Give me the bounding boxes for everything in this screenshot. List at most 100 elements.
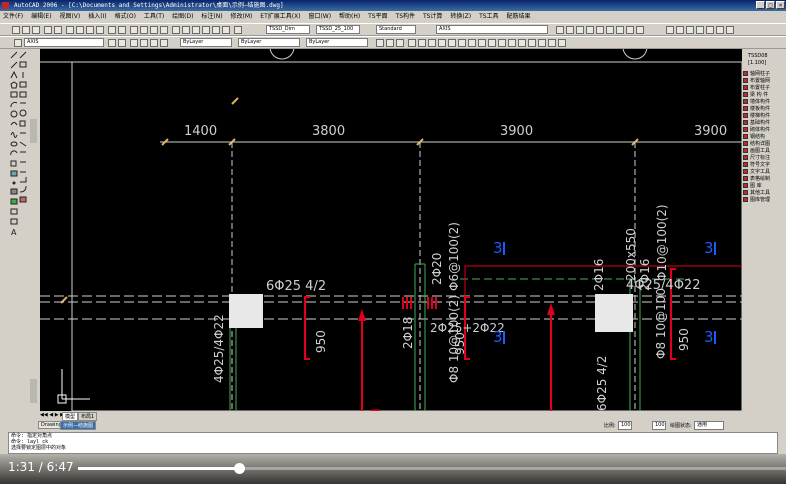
table-icon[interactable] xyxy=(458,39,466,47)
markup-icon[interactable] xyxy=(212,26,220,34)
panel-item[interactable]: 墙体构件 xyxy=(742,98,786,105)
menu-insert[interactable]: 插入(I) xyxy=(88,13,106,20)
layer-unlock-icon[interactable] xyxy=(606,26,614,34)
design-center-icon[interactable] xyxy=(182,26,190,34)
grid-icon[interactable] xyxy=(666,26,674,34)
linetype-combo[interactable]: ByLayer xyxy=(238,38,300,47)
plot-style-icon[interactable] xyxy=(376,39,384,47)
layer-iso-icon[interactable] xyxy=(566,26,574,34)
justify-text-icon[interactable] xyxy=(558,39,566,47)
layer-isolate-icon[interactable] xyxy=(150,39,158,47)
panel-item[interactable]: 其他工具 xyxy=(742,189,786,196)
menu-ts-calc[interactable]: TS计算 xyxy=(423,13,442,20)
menu-ts-plan[interactable]: TS平面 xyxy=(368,13,387,20)
panel-item[interactable]: 布置轴网 xyxy=(742,77,786,84)
xref-icon[interactable] xyxy=(408,39,416,47)
copy-icon[interactable] xyxy=(76,26,84,34)
layer-delete-icon[interactable] xyxy=(636,26,644,34)
panel-item[interactable]: 尺寸标注 xyxy=(742,154,786,161)
menu-ts-member[interactable]: TS构件 xyxy=(396,13,415,20)
layer-previous-icon[interactable] xyxy=(118,39,126,47)
otrack-icon[interactable] xyxy=(716,26,724,34)
layer-freeze-icon[interactable] xyxy=(586,26,594,34)
layer-merge-icon[interactable] xyxy=(626,26,634,34)
menu-dimension[interactable]: 标注(N) xyxy=(201,13,222,20)
dtext-icon[interactable] xyxy=(518,39,526,47)
layer-off-icon[interactable] xyxy=(576,26,584,34)
scale-text-icon[interactable] xyxy=(548,39,556,47)
angle-combo[interactable]: 100 xyxy=(652,421,666,430)
revcloud-icon[interactable] xyxy=(498,39,506,47)
new-file-icon[interactable] xyxy=(12,26,20,34)
tab-model[interactable]: 模型 xyxy=(62,412,79,421)
panel-item[interactable]: 图库管理 xyxy=(742,196,786,203)
osnap-icon[interactable] xyxy=(706,26,714,34)
drawing-canvas[interactable]: 1400 3800 3900 3900 6Φ25 4/2 4Φ25/4Φ22 9… xyxy=(40,49,742,411)
menu-modify[interactable]: 修改(M) xyxy=(231,13,253,20)
snap-icon[interactable] xyxy=(676,26,684,34)
pan-icon[interactable] xyxy=(130,26,138,34)
zoom-previous-icon[interactable] xyxy=(160,26,168,34)
panel-item[interactable]: 轴网柱子 xyxy=(742,70,786,77)
panel-item[interactable]: 符号文字 xyxy=(742,161,786,168)
publish-icon[interactable] xyxy=(396,39,404,47)
panel-item[interactable]: 基础构件 xyxy=(742,119,786,126)
region-icon[interactable] xyxy=(478,39,486,47)
panel-item[interactable]: 楼梯构件 xyxy=(742,112,786,119)
properties-icon[interactable] xyxy=(172,26,180,34)
match-properties-icon[interactable] xyxy=(96,26,104,34)
sheet-set-icon[interactable] xyxy=(202,26,210,34)
polar-icon[interactable] xyxy=(696,26,704,34)
layer-combo-secondary[interactable]: AXIS xyxy=(436,25,548,34)
menu-express[interactable]: ET扩展工具(X) xyxy=(260,13,300,20)
panel-item[interactable]: 文字工具 xyxy=(742,168,786,175)
redo-icon[interactable] xyxy=(118,26,126,34)
help-icon[interactable] xyxy=(234,26,242,34)
save-icon[interactable] xyxy=(32,26,40,34)
dimscale-combo[interactable]: TSSD_25_100 xyxy=(316,25,360,34)
block-icon[interactable] xyxy=(418,39,426,47)
panel-item[interactable]: 砌体构件 xyxy=(742,126,786,133)
attribute-icon[interactable] xyxy=(438,39,446,47)
ortho-icon[interactable] xyxy=(686,26,694,34)
menu-file[interactable]: 文件(F) xyxy=(3,13,23,20)
color-combo[interactable]: ByLayer xyxy=(180,38,232,47)
menu-convert[interactable]: 转换(Z) xyxy=(450,13,471,20)
menu-rebar-result[interactable]: 配筋结果 xyxy=(506,13,530,20)
text-style-combo[interactable]: Standard xyxy=(376,25,416,34)
cut-icon[interactable] xyxy=(66,26,74,34)
panel-item[interactable]: 结构详图 xyxy=(742,140,786,147)
menu-ts-tools[interactable]: TS工具 xyxy=(479,13,498,20)
lineweight-combo[interactable]: ByLayer xyxy=(306,38,368,47)
minimize-button[interactable]: _ xyxy=(756,1,765,9)
plot-icon[interactable] xyxy=(386,39,394,47)
dim-style-combo[interactable]: TSSD_Dim xyxy=(266,25,310,34)
drawing-state-combo[interactable]: 通用 xyxy=(694,421,724,430)
layer-lock-icon[interactable] xyxy=(596,26,604,34)
undo-icon[interactable] xyxy=(108,26,116,34)
close-button[interactable]: × xyxy=(776,1,785,9)
tab-layout1[interactable]: 布局1 xyxy=(78,412,98,421)
insert-block-icon[interactable] xyxy=(428,39,436,47)
scale-combo[interactable]: 100 xyxy=(618,421,632,430)
panel-item[interactable]: 表格绘制 xyxy=(742,175,786,182)
panel-item[interactable]: 楼板构件 xyxy=(742,105,786,112)
open-file-icon[interactable] xyxy=(22,26,30,34)
spell-icon[interactable] xyxy=(538,39,546,47)
layer-combo[interactable]: AXIS xyxy=(24,38,104,47)
tool-palette-icon[interactable] xyxy=(192,26,200,34)
layer-match-icon[interactable] xyxy=(616,26,624,34)
maximize-button[interactable]: □ xyxy=(766,1,775,9)
wipeout-icon[interactable] xyxy=(488,39,496,47)
menu-tools[interactable]: 工具(T) xyxy=(144,13,164,20)
panel-item[interactable]: 图 库 xyxy=(742,182,786,189)
menu-window[interactable]: 窗口(W) xyxy=(308,13,331,20)
field-icon[interactable] xyxy=(448,39,456,47)
panel-item[interactable]: 画图工具 xyxy=(742,147,786,154)
zoom-realtime-icon[interactable] xyxy=(140,26,148,34)
hatch-icon[interactable] xyxy=(468,39,476,47)
find-icon[interactable] xyxy=(528,39,536,47)
panel-item[interactable]: 布置柱子 xyxy=(742,84,786,91)
tool-palette-strip[interactable] xyxy=(30,119,37,143)
doc-tab-active[interactable]: 示例—结施图 xyxy=(60,421,97,430)
